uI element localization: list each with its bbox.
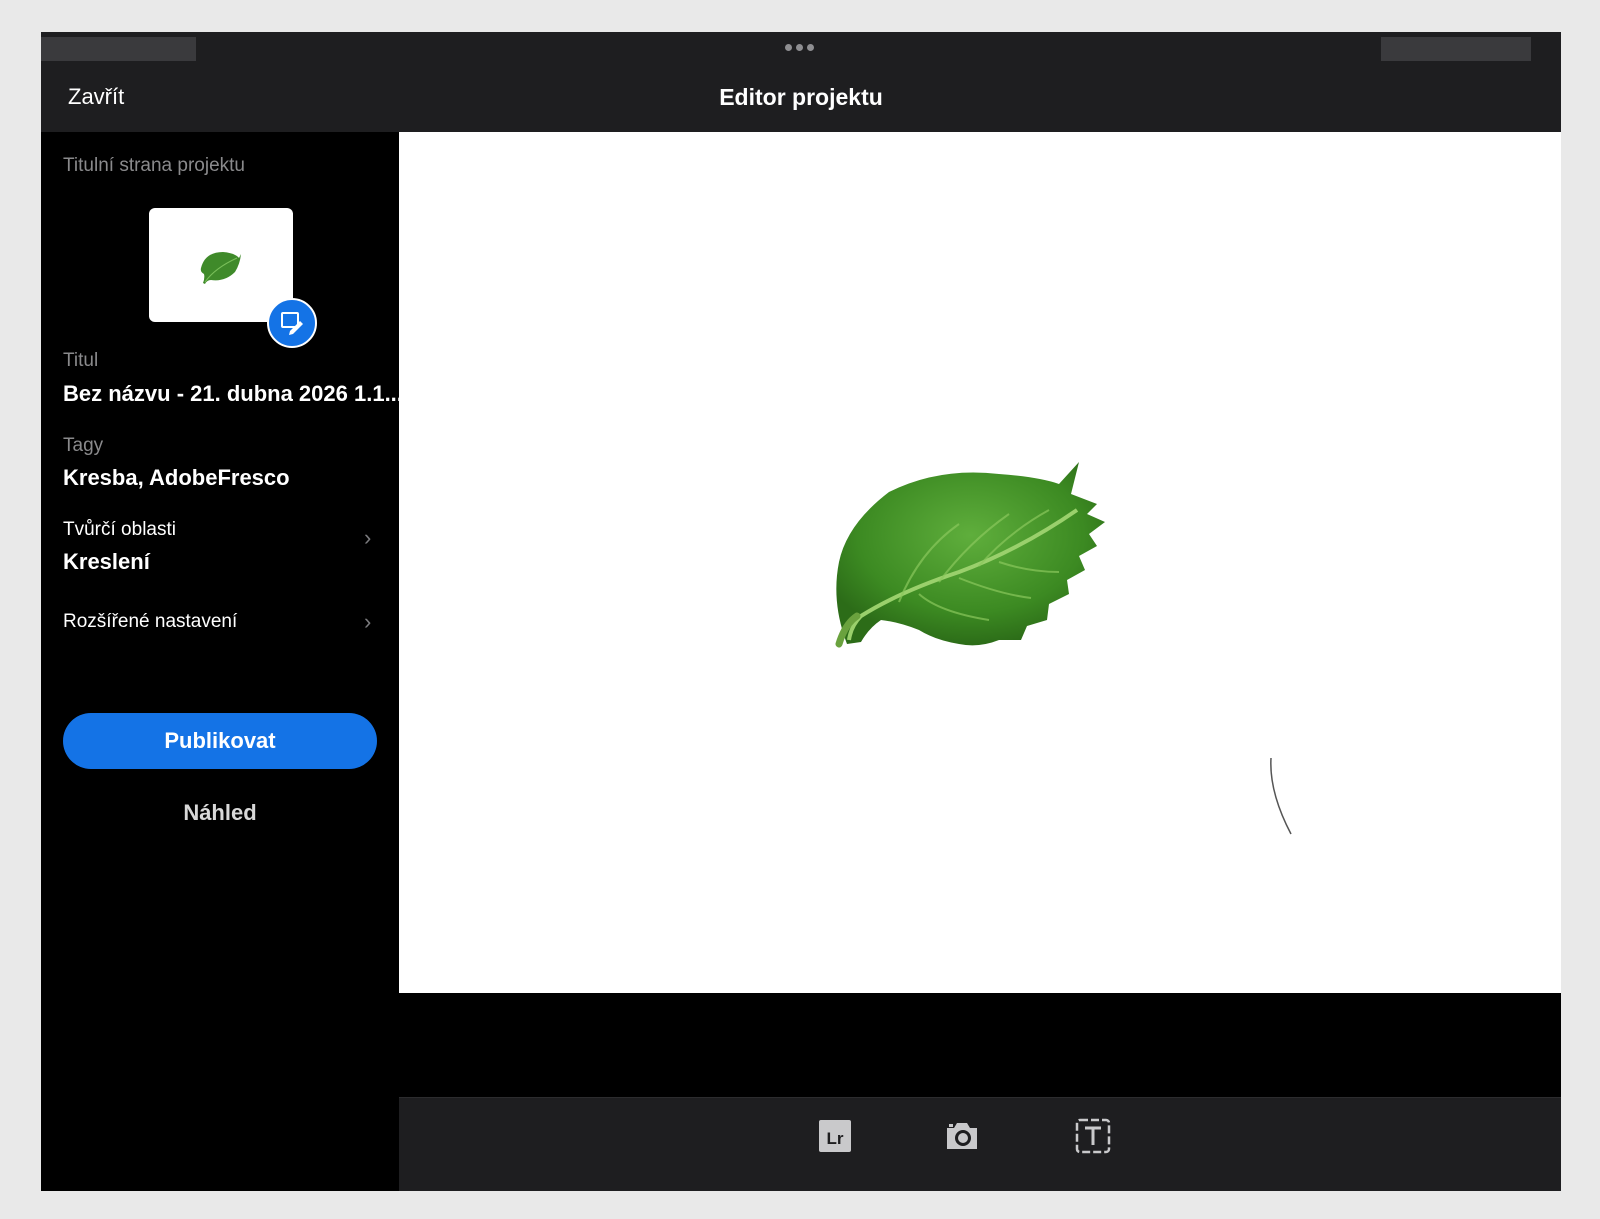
project-canvas[interactable] bbox=[399, 132, 1561, 993]
status-bar bbox=[41, 32, 1561, 62]
edit-cover-button[interactable] bbox=[267, 298, 317, 348]
cover-label: Titulní strana projektu bbox=[63, 155, 245, 176]
edit-icon bbox=[281, 312, 303, 335]
leaf-image bbox=[835, 462, 1105, 648]
svg-text:Lr: Lr bbox=[827, 1129, 844, 1148]
publish-button[interactable]: Publikovat bbox=[63, 713, 377, 769]
preview-button[interactable]: Náhled bbox=[63, 800, 377, 826]
creative-fields-label: Tvůrčí oblasti bbox=[63, 519, 176, 540]
artwork bbox=[835, 462, 1292, 835]
text-icon[interactable] bbox=[1075, 1118, 1111, 1154]
app-window: Zavřít Editor projektu Titulní strana pr… bbox=[41, 32, 1561, 1191]
status-left-blur bbox=[41, 37, 196, 61]
tags-value[interactable]: Kresba, AdobeFresco bbox=[63, 465, 290, 491]
more-icon[interactable] bbox=[785, 40, 818, 54]
status-right-blur bbox=[1381, 37, 1531, 61]
title-bar: Zavřít Editor projektu bbox=[41, 62, 1561, 132]
lightroom-icon[interactable]: Lr bbox=[817, 1118, 853, 1154]
project-sidebar: Titulní strana projektu Titul Bez názvu … bbox=[41, 132, 407, 1191]
title-label: Titul bbox=[63, 350, 99, 371]
tags-label: Tagy bbox=[63, 435, 104, 456]
canvas-footer-space bbox=[399, 993, 1561, 1097]
chevron-right-icon: › bbox=[364, 609, 372, 634]
page-title: Editor projektu bbox=[719, 84, 883, 110]
chevron-right-icon: › bbox=[364, 525, 372, 550]
title-value[interactable]: Bez názvu - 21. dubna 2026 1.1... bbox=[63, 381, 403, 407]
camera-icon[interactable] bbox=[944, 1118, 980, 1154]
advanced-settings-label: Rozšířené nastavení bbox=[63, 611, 238, 632]
pencil-stroke bbox=[1270, 757, 1292, 835]
creative-fields-value: Kreslení bbox=[63, 549, 150, 574]
bottom-toolbar: Lr bbox=[399, 1097, 1561, 1191]
